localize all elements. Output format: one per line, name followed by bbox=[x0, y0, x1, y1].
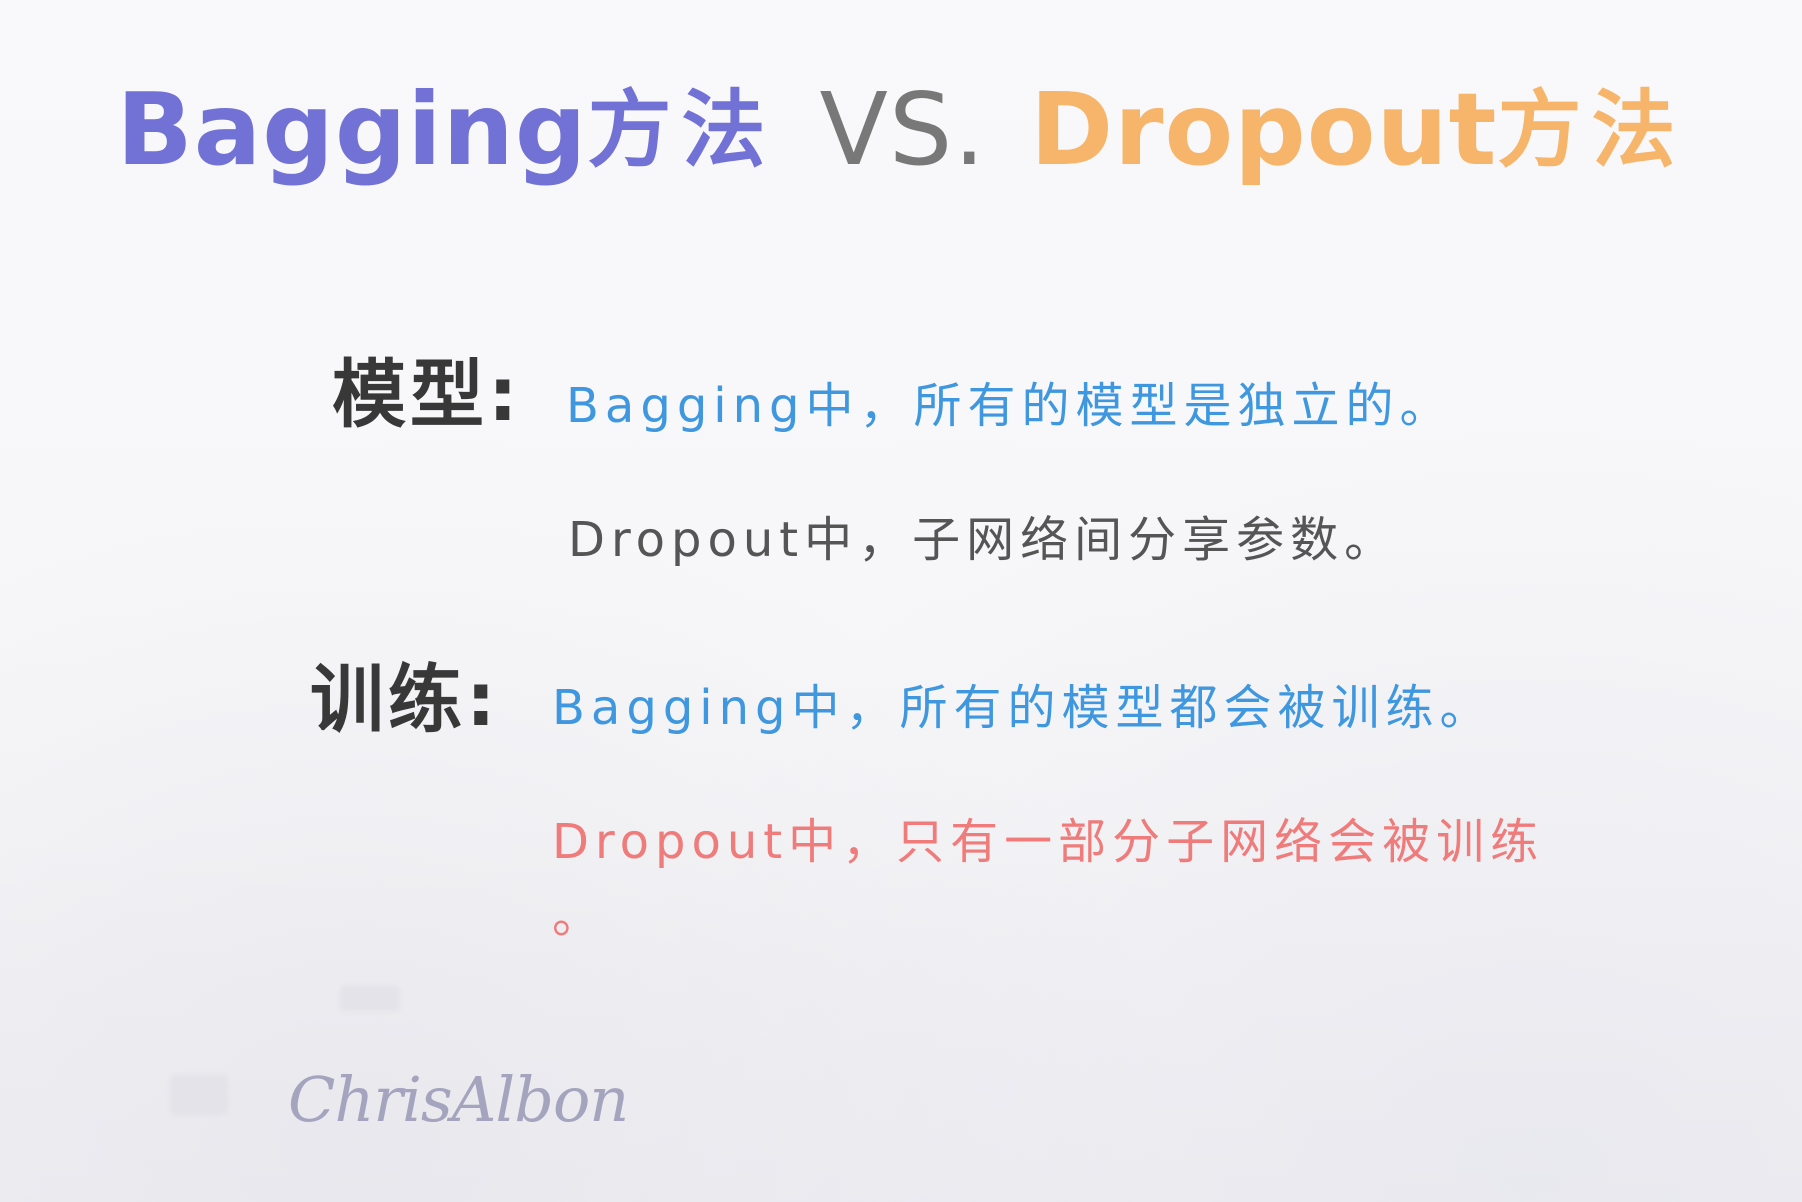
model-dropout-text: Dropout中，子网络间分享参数。 bbox=[568, 512, 1399, 568]
title-bagging: Bagging bbox=[116, 71, 588, 188]
training-dropout-text-end: 。 bbox=[552, 888, 607, 944]
author-signature: ChrisAlbon bbox=[288, 1063, 629, 1136]
training-section-label: 训练: bbox=[310, 657, 500, 743]
paper-smudge bbox=[170, 1075, 228, 1115]
title-dropout: Dropout bbox=[1030, 71, 1498, 188]
page-title: Bagging方法 VS. Dropout方法 bbox=[0, 60, 1802, 200]
training-bagging-text: Bagging中，所有的模型都会被训练。 bbox=[552, 680, 1494, 736]
training-dropout-text: Dropout中，只有一部分子网络会被训练 bbox=[552, 814, 1545, 870]
title-dropout-method: 方法 bbox=[1497, 81, 1686, 179]
slide-canvas: Bagging方法 VS. Dropout方法 模型: Bagging中，所有的模型… bbox=[0, 0, 1802, 1202]
title-vs: VS. bbox=[819, 71, 987, 188]
model-section-label: 模型: bbox=[332, 352, 522, 438]
title-bagging-method: 方法 bbox=[587, 81, 776, 179]
paper-smudge bbox=[340, 985, 400, 1011]
model-bagging-text: Bagging中，所有的模型是独立的。 bbox=[566, 378, 1454, 434]
